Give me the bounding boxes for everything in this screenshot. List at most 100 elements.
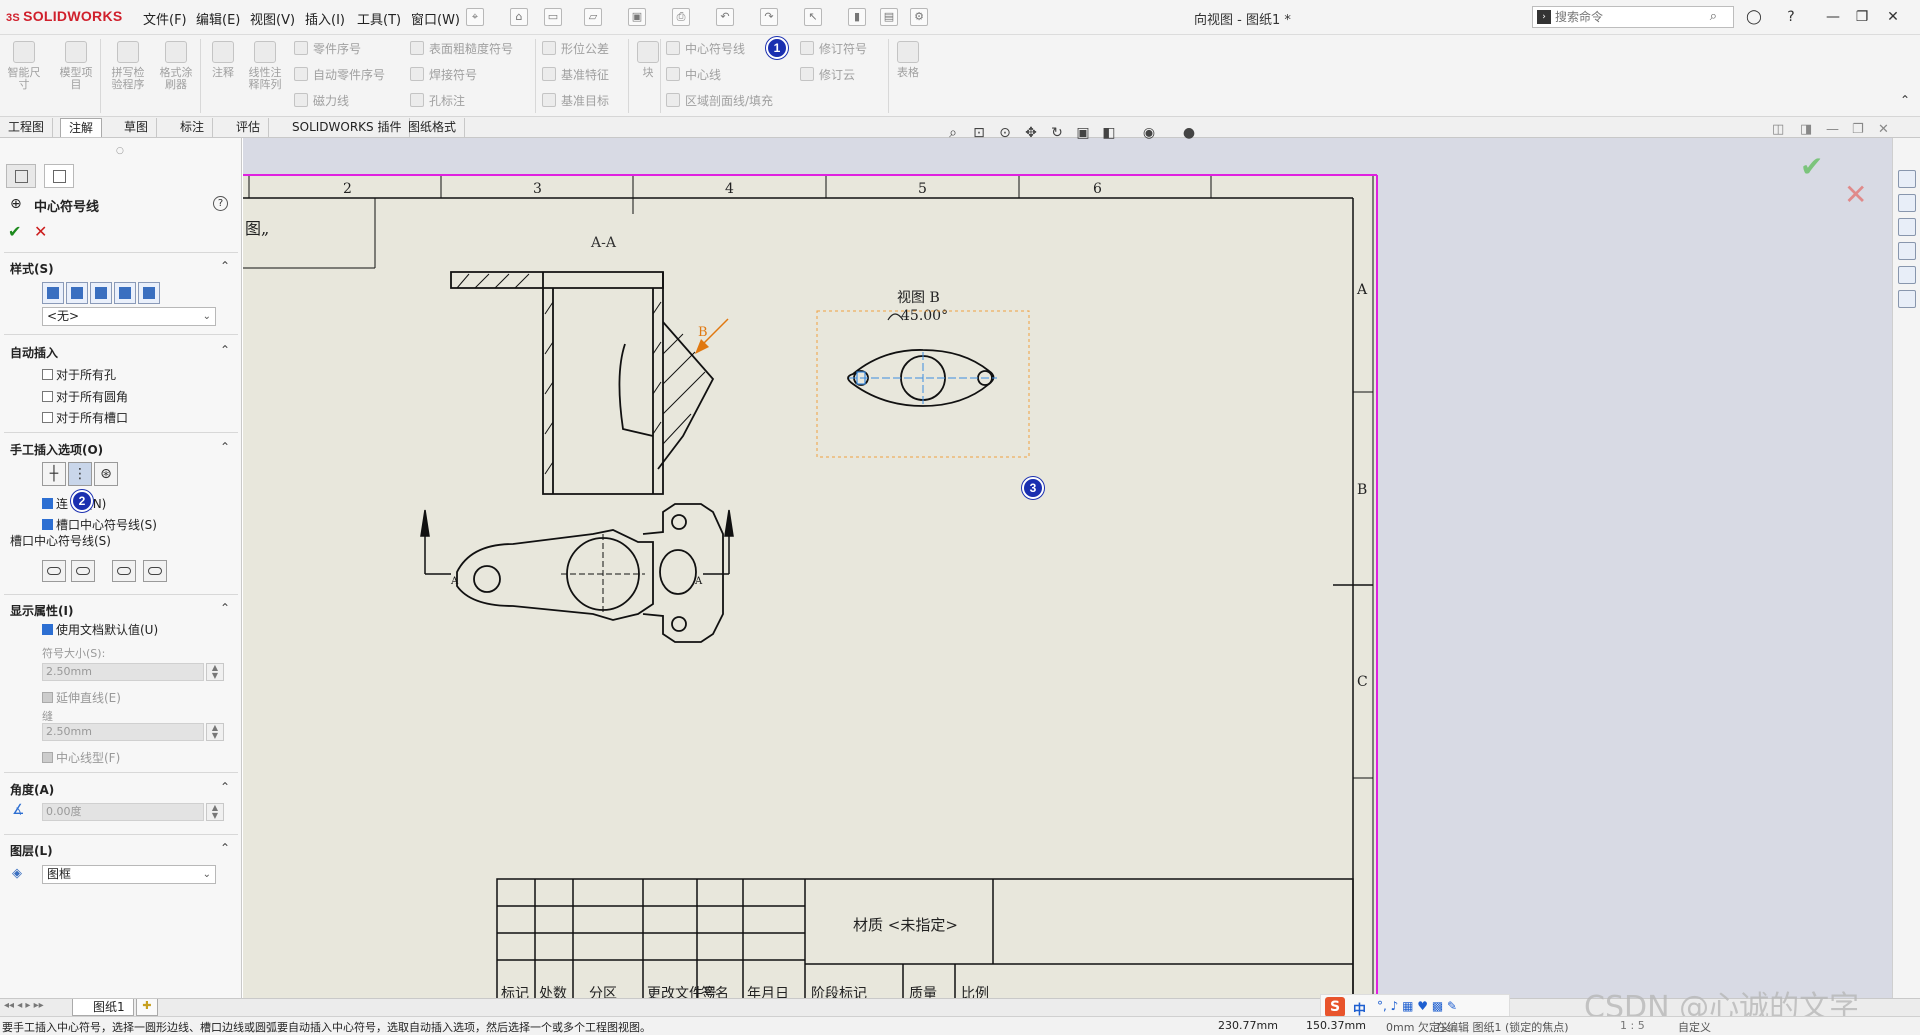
weld-symbol-button[interactable]: 焊接符号: [410, 66, 477, 83]
appearances-icon[interactable]: [1898, 266, 1916, 284]
gap-field[interactable]: 2.50mm: [42, 723, 204, 741]
hole-callout-button[interactable]: 孔标注: [410, 92, 465, 109]
panel-drag-handle[interactable]: ○: [116, 146, 124, 156]
tab-drawing[interactable]: 工程图: [0, 118, 54, 137]
checkbox-box[interactable]: [42, 369, 53, 380]
ok-check-icon[interactable]: ✔: [8, 222, 21, 241]
linear-center-mark-button[interactable]: ⋮: [68, 462, 92, 486]
tab-sketch[interactable]: 草图: [116, 118, 158, 137]
solidworks-logo[interactable]: 3S SOLIDWORKS: [6, 8, 123, 24]
design-library-icon[interactable]: [1898, 194, 1916, 212]
zoom-to-area-icon[interactable]: ⊡: [970, 124, 988, 142]
menu-insert[interactable]: 插入(I): [305, 9, 345, 28]
datum-target-button[interactable]: 基准目标: [542, 92, 609, 109]
slot-center-mark-checkbox[interactable]: 槽口中心符号线(S): [42, 516, 157, 533]
auto-all-holes-checkbox[interactable]: 对于所有孔: [42, 366, 116, 383]
display-style-icon[interactable]: ▣: [1074, 124, 1092, 142]
confirm-cancel-icon[interactable]: ✕: [1844, 178, 1867, 211]
sogou-ime-icon[interactable]: S: [1325, 997, 1345, 1017]
layer-dropdown[interactable]: 图框 ⌄: [42, 865, 216, 884]
manual-insert-group-header[interactable]: 手工插入选项(O): [10, 441, 103, 458]
hide-show-items-icon[interactable]: ◧: [1100, 124, 1118, 142]
block-button[interactable]: 块: [628, 41, 668, 79]
style-add-button[interactable]: [66, 282, 88, 304]
menu-tools[interactable]: 工具(T): [357, 9, 401, 28]
smart-dimension-button[interactable]: 智能尺寸: [4, 41, 44, 91]
slot-ends-button[interactable]: [42, 560, 66, 582]
spell-checker-button[interactable]: 拼写检验程序: [108, 41, 148, 91]
search-icon[interactable]: ⌕: [1710, 9, 1717, 24]
custom-properties-icon[interactable]: [1898, 290, 1916, 308]
single-center-mark-button[interactable]: ┼: [42, 462, 66, 486]
tab-feature-tree[interactable]: [6, 164, 36, 188]
chevron-up-icon[interactable]: ⌃: [220, 440, 230, 454]
chevron-up-icon[interactable]: ⌃: [220, 601, 230, 615]
datum-feature-button[interactable]: 基准特征: [542, 66, 609, 83]
layer-group-header[interactable]: 图层(L): [10, 842, 53, 859]
file-properties-icon[interactable]: ▤: [880, 8, 898, 26]
sheet-scale[interactable]: 1 : 5: [1620, 1019, 1645, 1032]
chevron-up-icon[interactable]: ⌃: [220, 841, 230, 855]
mark-size-spinner[interactable]: ▲ ▼: [206, 663, 224, 681]
ime-tools-icon[interactable]: °, ♪ ▦ ♥ ▩ ✎: [1377, 999, 1457, 1013]
help-icon[interactable]: ?: [1780, 6, 1802, 28]
link-views-icon[interactable]: ◨: [1800, 122, 1812, 137]
style-delete-button[interactable]: [90, 282, 112, 304]
auto-all-slots-checkbox[interactable]: 对于所有槽口: [42, 409, 128, 426]
pin-icon[interactable]: ⌖: [466, 8, 484, 26]
geometric-tolerance-button[interactable]: 形位公差: [542, 40, 609, 57]
rebuild-icon[interactable]: ▮: [848, 8, 866, 26]
viewport-close-icon[interactable]: ✕: [1878, 122, 1889, 137]
extended-lines-checkbox[interactable]: 延伸直线(E): [42, 689, 121, 706]
minimize-icon[interactable]: —: [1822, 6, 1844, 28]
file-explorer-icon[interactable]: [1898, 218, 1916, 236]
viewport-minimize-icon[interactable]: —: [1826, 122, 1839, 137]
note-button[interactable]: 注释: [203, 41, 243, 79]
revision-symbol-button[interactable]: 修订符号: [800, 40, 867, 57]
mark-size-field[interactable]: 2.50mm: [42, 663, 204, 681]
add-sheet-icon[interactable]: ✚: [136, 999, 158, 1016]
format-painter-button[interactable]: 格式涂刷器: [156, 41, 196, 91]
home-icon[interactable]: ⌂: [510, 8, 528, 26]
search-input[interactable]: [1555, 9, 1695, 25]
cancel-x-icon[interactable]: ✕: [34, 222, 47, 241]
zoom-to-fit-icon[interactable]: ⌕: [944, 124, 962, 142]
chevron-up-icon[interactable]: ⌃: [220, 780, 230, 794]
auto-all-fillets-checkbox[interactable]: 对于所有圆角: [42, 388, 128, 405]
centerline-font-checkbox[interactable]: 中心线型(F): [42, 749, 120, 766]
open-file-icon[interactable]: ▱: [584, 8, 602, 26]
model-items-button[interactable]: 模型项目: [56, 41, 96, 91]
checkbox-box[interactable]: [42, 692, 53, 703]
checkbox-box[interactable]: [42, 391, 53, 402]
appearance-icon[interactable]: ●: [1180, 124, 1198, 142]
tab-sheet-format[interactable]: 图纸格式: [400, 118, 466, 137]
style-dropdown[interactable]: <无> ⌄: [42, 307, 216, 326]
options-gear-icon[interactable]: ⚙: [910, 8, 928, 26]
restore-icon[interactable]: ❐: [1851, 6, 1873, 28]
confirm-ok-icon[interactable]: ✔: [1800, 150, 1823, 183]
save-icon[interactable]: ▣: [628, 8, 646, 26]
style-load-button[interactable]: [138, 282, 160, 304]
angle-field[interactable]: 0.00度: [42, 803, 204, 821]
checkbox-box[interactable]: [42, 498, 53, 509]
menu-edit[interactable]: 编辑(E): [196, 9, 240, 28]
slot-arc-ends-button[interactable]: [112, 560, 136, 582]
tab-markup[interactable]: 标注: [172, 118, 214, 137]
pan-icon[interactable]: ✥: [1022, 124, 1040, 142]
sheet-nav-arrows-icon[interactable]: ◂◂ ◂ ▸ ▸▸: [4, 1000, 44, 1011]
centerline-button[interactable]: 中心线: [666, 66, 721, 83]
select-icon[interactable]: ↖: [804, 8, 822, 26]
view-setting-icon[interactable]: ◉: [1140, 124, 1158, 142]
collapse-ribbon-icon[interactable]: ⌃: [1900, 93, 1910, 107]
previous-view-icon[interactable]: ⊙: [996, 124, 1014, 142]
revision-cloud-button[interactable]: 修订云: [800, 66, 855, 83]
style-group-header[interactable]: 样式(S): [10, 260, 54, 277]
angle-spinner[interactable]: ▲ ▼: [206, 803, 224, 821]
user-account-icon[interactable]: ◯: [1743, 6, 1765, 28]
tab-solidworks-addins[interactable]: SOLIDWORKS 插件: [284, 118, 411, 137]
menu-file[interactable]: 文件(F): [143, 9, 187, 28]
checkbox-box[interactable]: [42, 412, 53, 423]
auto-insert-group-header[interactable]: 自动插入: [10, 344, 58, 361]
angle-group-header[interactable]: 角度(A): [10, 781, 54, 798]
linear-note-pattern-button[interactable]: 线性注释阵列: [245, 41, 285, 91]
